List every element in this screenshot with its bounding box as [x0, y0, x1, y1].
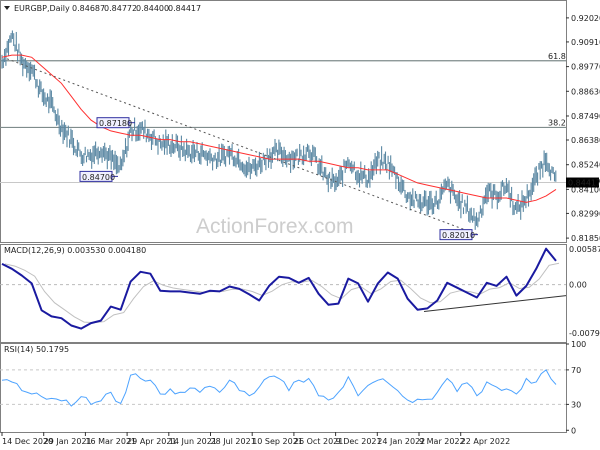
macd-plot [0, 247, 567, 330]
rsi-axis-label: 30 [571, 400, 581, 409]
ohlc-open: 0.84687 [72, 4, 105, 13]
rsi-title: RSI(14) 50.1795 [4, 345, 69, 354]
rsi-panel [0, 343, 567, 433]
price-label: 0.82010 [442, 231, 475, 240]
macd-main-line [1, 247, 557, 330]
price-label: 0.84700 [82, 173, 115, 182]
price-axis-label: 0.86380 [571, 136, 600, 145]
ohlc-low: 0.84400 [136, 4, 169, 13]
macd-axis-label: 0.00 [569, 281, 587, 290]
current-price-label: 0.84417 [568, 179, 600, 188]
price-panel [0, 0, 567, 243]
fib-level-label: 61.8 [548, 52, 566, 61]
price-axis-label: 0.89770 [571, 63, 600, 72]
macd-title: MACD(12,26,9) 0.003530 0.004180 [4, 246, 146, 255]
x-axis-label: 9 Mar 2022 [419, 437, 465, 446]
ohlc-close: 0.84417 [168, 4, 201, 13]
x-axis-label: 22 Apr 2022 [461, 437, 510, 446]
price-label: 0.87180 [99, 119, 132, 128]
collapse-triangle-icon[interactable] [4, 6, 10, 10]
rsi-axis-label: 70 [571, 366, 581, 375]
macd-signal-line [4, 262, 560, 324]
x-axis-label: 28 Jul 2021 [211, 437, 256, 446]
x-axis-label: 9 Dec 2021 [336, 437, 382, 446]
chart-title: EURGBP,Daily [14, 4, 70, 13]
rsi-plot [0, 369, 566, 407]
price-bars: 61.8 38.2 0.87180 0.84700 0.82010 [0, 30, 566, 241]
fib-level-label: 38.2 [548, 118, 566, 127]
macd-axis-label: -0.007945 [569, 329, 600, 338]
eurgbp-daily-chart: ActionForex.com 61.8 38.2 0.87180 0.84700 0.… [0, 0, 600, 446]
price-axis-label: 0.88630 [571, 87, 600, 96]
price-axis-label: 0.82990 [571, 209, 600, 218]
price-axis-label: 0.87490 [571, 112, 600, 121]
watermark: ActionForex.com [196, 215, 354, 238]
ohlc-high: 0.84772 [104, 4, 137, 13]
rsi-axis-label: 100 [571, 340, 586, 349]
price-axis-label: 0.90910 [571, 38, 600, 47]
price-axis-label: 0.85240 [571, 161, 600, 170]
price-axis-label: 0.81850 [571, 234, 600, 243]
rsi-line [1, 369, 557, 407]
macd-axis-label: 0.005872 [569, 245, 600, 254]
rsi-axis-label: 0 [571, 426, 576, 435]
price-axis-label: 0.92020 [571, 14, 600, 23]
